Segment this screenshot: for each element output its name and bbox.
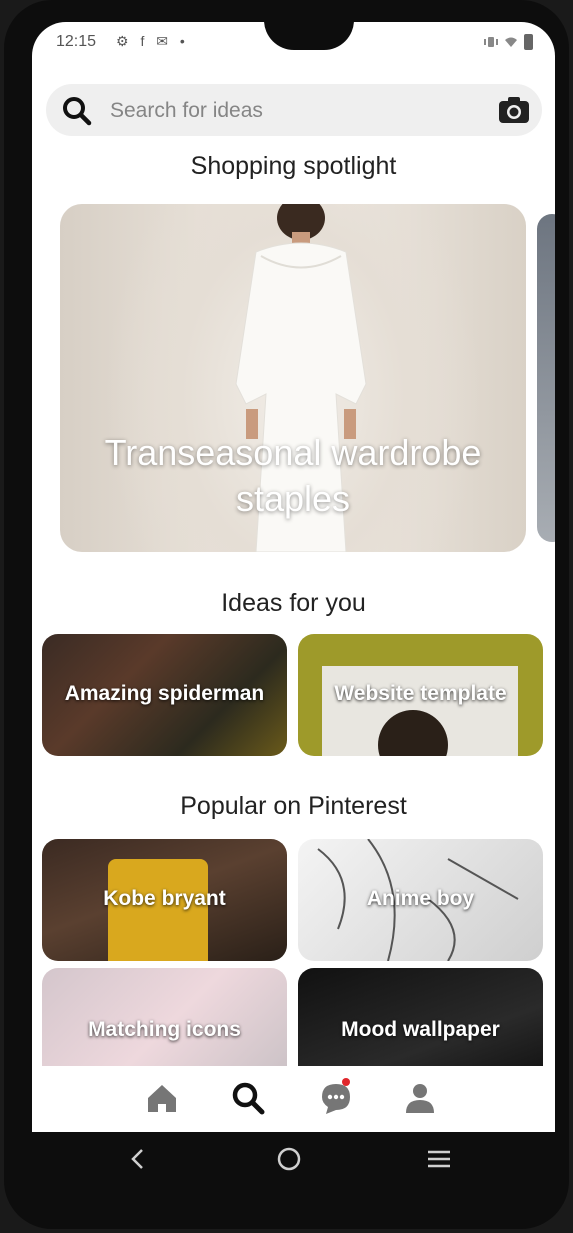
status-time: 12:15 [56,33,97,50]
notification-icons: ⚙ f ✉ • [116,33,189,49]
camera-icon[interactable] [498,96,530,124]
system-nav-bar [4,1132,573,1192]
recent-apps-icon[interactable] [426,1146,452,1172]
status-bar: 12:15 ⚙ f ✉ • [32,30,555,56]
vibrate-icon [484,37,498,47]
wifi-icon [505,37,517,47]
idea-card-spiderman[interactable]: Amazing spiderman [42,634,287,756]
notification-badge [342,1078,350,1086]
search-input[interactable] [108,94,472,128]
idea-card-label: Website template [334,682,507,705]
spotlight-card[interactable]: Transeasonal wardrobe staples [60,204,526,552]
idea-card-website-template[interactable]: Website template [298,634,543,756]
popular-card-label: Mood wallpaper [341,1018,500,1041]
screen: 12:15 ⚙ f ✉ • Shopping spotlight [32,22,555,1132]
next-spotlight-card[interactable] [537,214,555,542]
chat-button[interactable] [316,1078,356,1118]
profile-icon[interactable] [400,1078,440,1118]
phone-frame: 12:15 ⚙ f ✉ • Shopping spotlight [4,0,569,1229]
battery-icon [524,34,533,50]
popular-card-label: Kobe bryant [103,887,226,910]
status-right-icons [484,34,533,50]
chat-icon [322,1084,350,1114]
bottom-nav [32,1066,555,1132]
popular-card-anime-boy[interactable]: Anime boy [298,839,543,961]
home-circle-icon[interactable] [276,1146,302,1172]
section-title-spotlight: Shopping spotlight [190,152,397,180]
home-icon[interactable] [142,1078,182,1118]
search-icon[interactable] [228,1078,268,1118]
popular-card-label: Matching icons [88,1018,241,1041]
popular-card-label: Anime boy [366,887,475,910]
popular-card-kobe-bryant[interactable]: Kobe bryant [42,839,287,961]
search-icon [63,97,92,126]
idea-card-label: Amazing spiderman [64,682,265,705]
section-title-ideas: Ideas for you [221,589,366,617]
back-icon[interactable] [128,1146,148,1172]
search-bar[interactable] [46,84,542,136]
section-title-popular: Popular on Pinterest [180,792,407,820]
spotlight-title: Transeasonal wardrobe staples [104,432,482,519]
